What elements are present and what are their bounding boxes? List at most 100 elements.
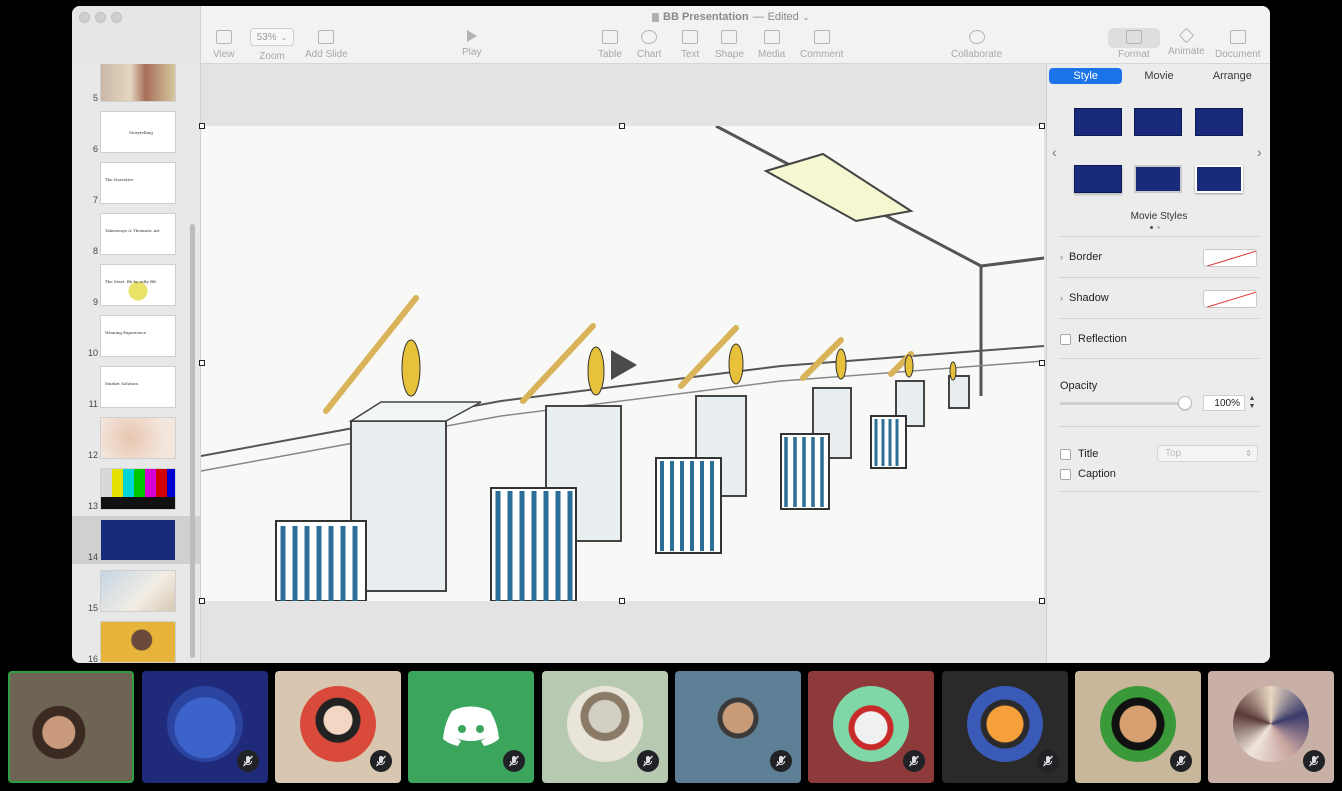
slide-thumbnail[interactable] — [100, 570, 176, 612]
resize-handle-top-left[interactable] — [199, 123, 205, 129]
movie-style-swatch-6[interactable] — [1195, 165, 1243, 193]
reflection-checkbox-row[interactable]: Reflection — [1060, 333, 1127, 345]
text-button[interactable]: Text — [681, 30, 699, 60]
opacity-stepper[interactable]: ▲ ▼ — [1247, 395, 1257, 411]
shadow-none-swatch[interactable] — [1203, 290, 1257, 308]
title-position-select[interactable]: Top ⇕ — [1157, 445, 1258, 462]
opacity-slider-knob[interactable] — [1178, 396, 1192, 410]
table-button[interactable]: Table — [598, 30, 622, 60]
slide-thumbnail[interactable] — [100, 468, 176, 510]
movie-style-swatch-4[interactable] — [1074, 165, 1122, 193]
document-button[interactable]: Document — [1215, 30, 1261, 60]
resize-handle-bottom-right[interactable] — [1039, 598, 1045, 604]
participant-tile[interactable] — [542, 671, 668, 783]
participant-tile[interactable] — [1075, 671, 1201, 783]
movie-style-swatch-2[interactable] — [1134, 108, 1182, 136]
opacity-slider-track[interactable] — [1060, 402, 1186, 405]
caption-checkbox-row[interactable]: Caption — [1060, 468, 1116, 480]
reflection-checkbox[interactable] — [1060, 333, 1071, 345]
slide-thumbnail-row[interactable]: 7 The Narrative — [72, 159, 200, 207]
slide-thumbnail[interactable] — [100, 519, 176, 561]
resize-handle-bottom-left[interactable] — [199, 598, 205, 604]
format-inspector: Style Movie Arrange ‹ › Movie Styles › B… — [1046, 64, 1270, 663]
navigator-scrollbar[interactable] — [190, 224, 195, 658]
slide-thumbnail[interactable]: Market Solution — [100, 366, 176, 408]
slide-thumbnail[interactable] — [100, 64, 176, 102]
border-none-swatch[interactable] — [1203, 249, 1257, 267]
movie-object[interactable] — [201, 126, 1044, 601]
document-icon — [652, 12, 659, 22]
movie-style-swatch-1[interactable] — [1074, 108, 1122, 136]
movie-play-icon[interactable] — [611, 350, 637, 380]
participant-tile[interactable] — [408, 671, 534, 783]
slide-thumbnail-row[interactable]: 14 — [72, 516, 200, 564]
title-checkbox-row[interactable]: Title — [1060, 448, 1098, 460]
slide-thumbnail-title: Market Solution — [105, 381, 138, 386]
chevron-right-icon[interactable]: › — [1257, 144, 1262, 160]
resize-handle-top-right[interactable] — [1039, 123, 1045, 129]
tab-movie[interactable]: Movie — [1122, 68, 1195, 84]
slide-thumbnail[interactable] — [100, 417, 176, 459]
slide-thumbnail[interactable] — [100, 621, 176, 663]
animate-button[interactable]: Animate — [1168, 27, 1205, 57]
format-button[interactable]: Format — [1118, 30, 1150, 60]
divider — [1059, 491, 1259, 492]
media-button[interactable]: Media — [758, 30, 785, 60]
tab-arrange[interactable]: Arrange — [1196, 68, 1269, 84]
minimize-window-button[interactable] — [95, 12, 106, 23]
resize-handle-bottom[interactable] — [619, 598, 625, 604]
slide-thumbnail-row[interactable]: 11 Market Solution — [72, 363, 200, 411]
page-dots[interactable] — [1150, 226, 1160, 229]
slide-thumbnail[interactable]: Storytelling — [100, 111, 176, 153]
slide-thumbnail-row[interactable]: 12 — [72, 414, 200, 462]
document-title[interactable]: BB Presentation — Edited ⌄ — [652, 11, 809, 23]
slide-thumbnail[interactable]: Winning Experience — [100, 315, 176, 357]
participant-tile[interactable] — [675, 671, 801, 783]
chart-button[interactable]: Chart — [637, 30, 661, 60]
movie-style-swatch-5[interactable] — [1134, 165, 1182, 193]
resize-handle-right[interactable] — [1039, 360, 1045, 366]
movie-style-swatch-3[interactable] — [1195, 108, 1243, 136]
chart-icon — [641, 30, 658, 44]
border-disclosure[interactable]: › Border — [1060, 251, 1102, 263]
zoom-control[interactable]: 53% ⌄ Zoom — [250, 28, 294, 62]
slide-thumbnail[interactable]: The Narrative — [100, 162, 176, 204]
collaborate-button[interactable]: Collaborate — [951, 30, 1002, 60]
slide-thumbnail[interactable]: The Start: Bb by nifty BB — [100, 264, 176, 306]
caption-checkbox[interactable] — [1060, 468, 1071, 480]
shape-button[interactable]: Shape — [715, 30, 744, 60]
slide-canvas[interactable] — [199, 64, 1046, 663]
close-window-button[interactable] — [79, 12, 90, 23]
participant-tile[interactable] — [142, 671, 268, 783]
slide-thumbnail-row[interactable]: 10 Winning Experience — [72, 312, 200, 360]
slide-thumbnail-row[interactable]: 13 — [72, 465, 200, 513]
participant-tile[interactable] — [942, 671, 1068, 783]
slide-thumbnail[interactable]: Takeaways & Thematic Art — [100, 213, 176, 255]
view-button[interactable]: View — [213, 30, 235, 60]
divider — [1059, 358, 1259, 359]
participant-tile[interactable] — [8, 671, 134, 783]
participant-tile[interactable] — [808, 671, 934, 783]
slide-thumbnail-row[interactable]: 9 The Start: Bb by nifty BB — [72, 261, 200, 309]
zoom-window-button[interactable] — [111, 12, 122, 23]
add-slide-button[interactable]: Add Slide — [305, 30, 348, 60]
title-checkbox[interactable] — [1060, 448, 1071, 460]
slide-thumbnail-row[interactable]: 15 — [72, 567, 200, 615]
participant-tile[interactable] — [275, 671, 401, 783]
muted-microphone-icon — [903, 750, 925, 772]
slide-thumbnail-row[interactable]: 6 Storytelling — [72, 108, 200, 156]
tab-style[interactable]: Style — [1049, 68, 1123, 84]
slide-navigator[interactable]: 5 6 Storytelling 7 The Narrative 8 Takeaways &… — [72, 64, 201, 663]
resize-handle-left[interactable] — [199, 360, 205, 366]
play-button[interactable]: Play — [462, 30, 481, 58]
comment-button[interactable]: Comment — [800, 30, 843, 60]
slide-thumbnail-row[interactable]: 5 — [72, 64, 200, 105]
slide-thumbnail-row[interactable]: 16 — [72, 618, 200, 663]
resize-handle-top[interactable] — [619, 123, 625, 129]
zoom-select[interactable]: 53% ⌄ — [250, 28, 294, 46]
chevron-left-icon[interactable]: ‹ — [1052, 144, 1057, 160]
shadow-disclosure[interactable]: › Shadow — [1060, 292, 1109, 304]
opacity-input[interactable]: 100% — [1203, 395, 1245, 411]
slide-thumbnail-row[interactable]: 8 Takeaways & Thematic Art — [72, 210, 200, 258]
participant-tile[interactable] — [1208, 671, 1334, 783]
